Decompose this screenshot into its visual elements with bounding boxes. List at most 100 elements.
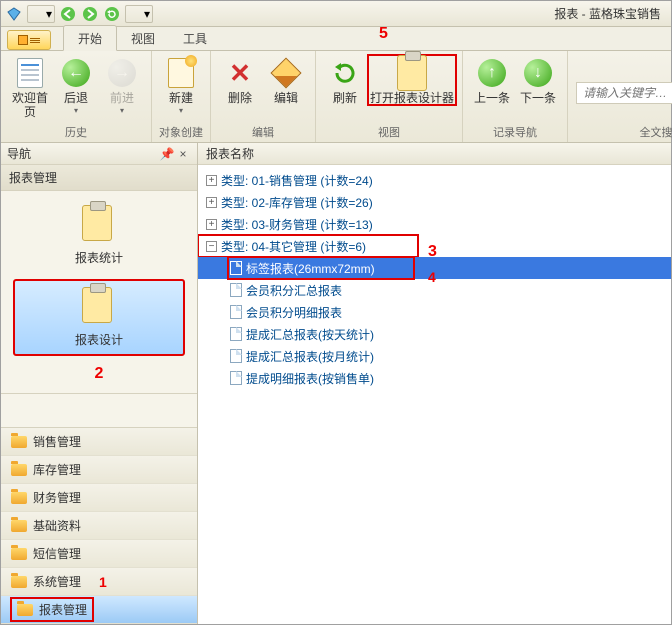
tab-strip: 开始 视图 工具 5: [1, 27, 671, 51]
new-button[interactable]: 新建▾: [158, 55, 204, 115]
document-icon: [230, 327, 242, 341]
nav-header: 导航 📌 ×: [1, 143, 197, 165]
ribbon-group-history: 欢迎首页 ← 后退▾ → 前进▾ 历史: [1, 51, 152, 142]
folder-item[interactable]: 财务管理: [1, 484, 197, 512]
folder-label: 财务管理: [33, 489, 81, 506]
folder-icon: [11, 548, 27, 560]
tree-group-label: 类型: 03-财务管理 (计数=13): [221, 216, 373, 233]
delete-button[interactable]: ✕ 删除: [217, 55, 263, 105]
titlebar-dropdown-icon[interactable]: ▾: [27, 5, 55, 23]
titlebar-dropdown2-icon[interactable]: ▾: [125, 5, 153, 23]
folder-label: 销售管理: [33, 433, 81, 450]
app-menu-button[interactable]: [7, 30, 51, 50]
tree-item[interactable]: 提成汇总报表(按月统计): [198, 345, 671, 367]
folder-label: 库存管理: [33, 461, 81, 478]
folder-item[interactable]: 短信管理: [1, 540, 197, 568]
folder-item[interactable]: 库存管理: [1, 456, 197, 484]
ribbon-group-nav: ↑ 上一条 ↓ 下一条 记录导航: [463, 51, 568, 142]
tile-report-stats[interactable]: 报表统计: [53, 201, 145, 270]
folder-label: 基础资料: [33, 517, 81, 534]
tree-item[interactable]: 提成汇总报表(按天统计): [198, 323, 671, 345]
tree-item-label: 会员积分汇总报表: [246, 282, 342, 299]
tab-tools[interactable]: 工具: [169, 26, 221, 50]
refresh-button[interactable]: 刷新: [322, 55, 368, 105]
new-doc-icon: [165, 57, 197, 89]
tree-group-label: 类型: 01-销售管理 (计数=24): [221, 172, 373, 189]
ribbon-group-create: 新建▾ 对象创建: [152, 51, 211, 142]
tree-item-label: 提成汇总报表(按天统计): [246, 326, 374, 343]
column-header[interactable]: 报表名称: [198, 143, 671, 165]
titlebar-back-icon[interactable]: [59, 5, 77, 23]
plus-icon[interactable]: +: [206, 197, 217, 208]
tab-start[interactable]: 开始: [63, 25, 117, 51]
folder-label: 报表管理: [39, 601, 87, 618]
tree-group[interactable]: +类型: 02-库存管理 (计数=26): [198, 191, 671, 213]
forward-icon: →: [106, 57, 138, 89]
folder-label: 系统管理: [33, 573, 81, 590]
tile-report-design[interactable]: 报表设计: [14, 280, 184, 355]
folder-icon: [11, 436, 27, 448]
annotation-3: 3: [428, 243, 437, 261]
window-title: 报表 - 蓝格珠宝销售: [554, 5, 667, 22]
minus-icon[interactable]: −: [206, 241, 217, 252]
pin-icon[interactable]: 📌: [159, 147, 175, 161]
folder-icon: [11, 520, 27, 532]
search-input[interactable]: [576, 82, 672, 104]
ribbon-group-edit: ✕ 删除 编辑 编辑: [211, 51, 316, 142]
document-icon: [230, 305, 242, 319]
ribbon-group-search: 全文搜索: [568, 51, 672, 142]
document-icon: [230, 283, 242, 297]
tree-item-highlight: [228, 257, 414, 279]
folder-list: 销售管理库存管理财务管理基础资料短信管理系统管理 1 报表管理: [1, 427, 197, 624]
tree-group[interactable]: + 类型: 01-销售管理 (计数=24): [198, 169, 671, 191]
folder-item[interactable]: 销售管理: [1, 428, 197, 456]
annotation-5: 5: [379, 25, 388, 43]
tile-area: 报表统计 报表设计 2: [1, 191, 197, 394]
home-button[interactable]: 欢迎首页: [7, 55, 53, 119]
clipboard-icon: [396, 57, 428, 89]
tab-view[interactable]: 视图: [117, 26, 169, 50]
folder-item[interactable]: 基础资料: [1, 512, 197, 540]
titlebar-refresh-icon[interactable]: [103, 5, 121, 23]
folder-icon: [11, 464, 27, 476]
folder-label: 短信管理: [33, 545, 81, 562]
folder-item[interactable]: 报表管理: [1, 596, 197, 624]
left-panel: 导航 📌 × 报表管理 报表统计 报表设计 2 销售管理库存管理财务管理基础资料…: [1, 143, 198, 624]
ribbon-group-view: 刷新 打开报表设计器 视图: [316, 51, 463, 142]
titlebar-forward-icon[interactable]: [81, 5, 99, 23]
annotation-1: 1: [99, 574, 107, 590]
folder-item[interactable]: 系统管理 1: [1, 568, 197, 596]
app-gem-icon: [5, 5, 23, 23]
tree-item-label: 提成明细报表(按销售单): [246, 370, 374, 387]
workspace: 导航 📌 × 报表管理 报表统计 报表设计 2 销售管理库存管理财务管理基础资料…: [1, 143, 671, 624]
forward-button: → 前进▾: [99, 55, 145, 115]
edit-button[interactable]: 编辑: [263, 55, 309, 105]
tree-item[interactable]: 提成明细报表(按销售单): [198, 367, 671, 389]
content-panel: 报表名称 + 类型: 01-销售管理 (计数=24) +类型: 02-库存管理 (计…: [198, 143, 671, 624]
tree-group[interactable]: + 类型: 03-财务管理 (计数=13): [198, 213, 671, 235]
folder-icon: [11, 492, 27, 504]
plus-icon[interactable]: +: [206, 175, 217, 186]
tree-group[interactable]: −类型: 04-其它管理 (计数=6): [198, 235, 418, 257]
clipboard-icon: [82, 287, 116, 327]
tree-item-label: 会员积分明细报表: [246, 304, 342, 321]
open-report-designer-button[interactable]: 打开报表设计器: [368, 55, 456, 105]
next-record-button[interactable]: ↓ 下一条: [515, 55, 561, 105]
refresh-icon: [329, 57, 361, 89]
document-icon: [230, 371, 242, 385]
plus-icon[interactable]: +: [206, 219, 217, 230]
back-icon: ←: [60, 57, 92, 89]
ribbon: 欢迎首页 ← 后退▾ → 前进▾ 历史 新建▾ 对象创建 ✕ 删除: [1, 51, 671, 143]
tree-item-label: 提成汇总报表(按月统计): [246, 348, 374, 365]
title-bar: ▾ ▾ 报表 - 蓝格珠宝销售: [1, 1, 671, 27]
annotation-4: 4: [428, 269, 436, 285]
pencil-icon: [270, 57, 302, 89]
delete-x-icon: ✕: [224, 57, 256, 89]
document-icon: [230, 349, 242, 363]
close-panel-icon[interactable]: ×: [175, 147, 191, 161]
tree-item[interactable]: 会员积分明细报表: [198, 301, 671, 323]
prev-record-button[interactable]: ↑ 上一条: [469, 55, 515, 105]
nav-title: 导航: [7, 145, 31, 162]
clipboard-icon: [82, 205, 116, 245]
back-button[interactable]: ← 后退▾: [53, 55, 99, 115]
